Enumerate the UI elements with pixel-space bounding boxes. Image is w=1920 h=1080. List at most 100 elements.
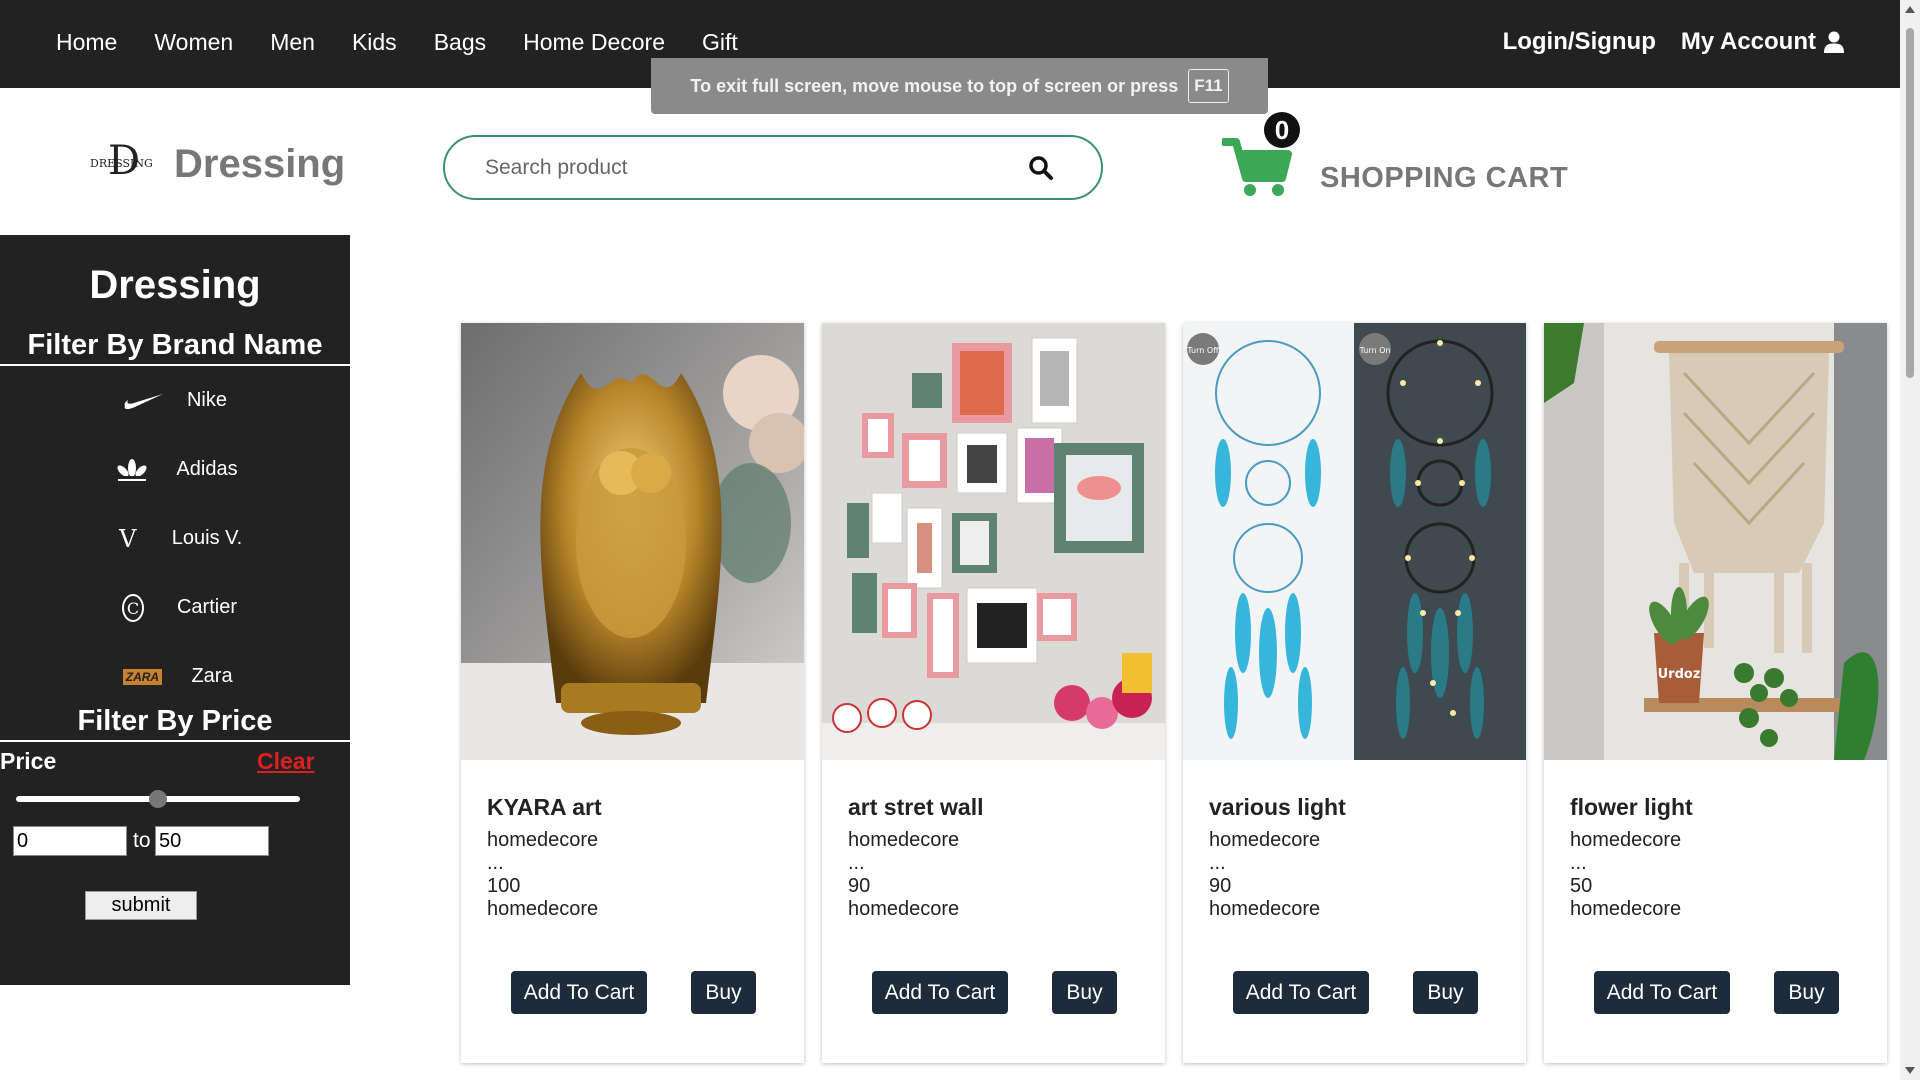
nav-link-kids[interactable]: Kids: [352, 28, 397, 56]
search-bar: [443, 135, 1103, 200]
fullscreen-key-hint: F11: [1188, 69, 1229, 103]
site-logo[interactable]: D DRESSING Dressing: [90, 139, 346, 187]
main-nav-links: Home Women Men Kids Bags Home Decore Gif…: [56, 28, 775, 56]
product-tag: homedecore: [487, 898, 599, 920]
brand-name: Louis V.: [171, 527, 243, 549]
user-icon: [1824, 31, 1844, 53]
product-card[interactable]: art stret wall homedecore ... 90 homedec…: [822, 323, 1165, 1063]
logo-mark: D DRESSING: [90, 139, 153, 187]
scroll-up-arrow-icon[interactable]: [1905, 6, 1915, 13]
buy-button[interactable]: Buy: [1413, 971, 1478, 1014]
product-info: flower light homedecore ... 50 homedecor…: [1544, 760, 1887, 921]
louis-vuitton-glyph: V: [119, 524, 137, 553]
product-tag: homedecore: [1209, 898, 1321, 920]
shopping-cart-button[interactable]: 0: [1220, 108, 1302, 198]
nav-link-home[interactable]: Home: [56, 28, 117, 56]
fullscreen-notice-text: To exit full screen, move mouse to top o…: [690, 75, 1179, 96]
product-image-flower-light[interactable]: Urdoz: [1544, 323, 1887, 760]
page-scrollbar[interactable]: [1900, 0, 1920, 1080]
brand-filter-nike[interactable]: Nike: [0, 366, 350, 435]
product-price: 90: [1209, 875, 1232, 897]
turn-off-label: Turn Off: [1186, 346, 1219, 355]
cartier-icon: C: [113, 593, 153, 623]
product-actions: Add To Cart Buy: [1183, 971, 1526, 1015]
product-image-art-stret-wall[interactable]: [822, 323, 1165, 760]
cartier-glyph: C: [127, 599, 139, 618]
product-description: ...: [1570, 852, 1587, 874]
sidebar-title: Dressing: [89, 263, 261, 307]
product-name[interactable]: art stret wall: [848, 794, 1139, 821]
brand-name: Nike: [186, 389, 227, 411]
louis-vuitton-icon: V: [108, 524, 148, 554]
product-image-kyara-art[interactable]: [461, 323, 804, 760]
account-links: Login/Signup My Account: [1503, 28, 1844, 56]
min-price-input[interactable]: [13, 826, 127, 856]
product-card[interactable]: Turn Off Turn On various light homedecor…: [1183, 323, 1526, 1063]
brand-name: Adidas: [176, 458, 238, 480]
product-name[interactable]: KYARA art: [487, 794, 778, 821]
nike-swoosh-icon: [123, 386, 163, 416]
brand-filter-list: Nike Adidas V Louis V. C Cartier ZARA Za…: [0, 366, 350, 711]
product-tag: homedecore: [848, 898, 960, 920]
product-image-various-light[interactable]: Turn Off Turn On: [1183, 323, 1526, 760]
product-grid: KYARA art homedecore ... 100 homedecore …: [461, 323, 1887, 1063]
login-signup-link[interactable]: Login/Signup: [1503, 28, 1656, 56]
filter-sidebar: Dressing Filter By Brand Name Nike Adida…: [0, 235, 350, 985]
brand-filter-adidas[interactable]: Adidas: [0, 435, 350, 504]
search-icon[interactable]: [1028, 155, 1054, 181]
logo-mark-text: DRESSING: [90, 156, 153, 170]
logo-name: Dressing: [174, 142, 346, 186]
brand-filter-zara[interactable]: ZARA Zara: [0, 642, 350, 711]
my-account-link[interactable]: My Account: [1681, 28, 1844, 56]
zara-glyph: ZARA: [122, 668, 163, 685]
clear-price-link[interactable]: Clear: [257, 748, 315, 775]
add-to-cart-button[interactable]: Add To Cart: [1233, 971, 1369, 1014]
adidas-trefoil-icon: [112, 455, 152, 485]
scrollbar-thumb[interactable]: [1906, 28, 1914, 378]
add-to-cart-button[interactable]: Add To Cart: [872, 971, 1008, 1014]
nav-link-gift[interactable]: Gift: [702, 28, 738, 56]
nav-link-men[interactable]: Men: [270, 28, 315, 56]
add-to-cart-button[interactable]: Add To Cart: [1594, 971, 1730, 1014]
product-actions: Add To Cart Buy: [1544, 971, 1887, 1015]
cart-count-badge: 0: [1264, 112, 1300, 148]
price-range-inputs: to: [0, 826, 350, 876]
shopping-cart-label[interactable]: SHOPPING CART: [1320, 162, 1568, 195]
price-row: Price Clear: [0, 742, 350, 782]
range-to-label: to: [133, 829, 151, 852]
product-info: KYARA art homedecore ... 100 homedecore: [461, 760, 804, 921]
product-card[interactable]: Urdoz flower light homedecore ... 50 hom…: [1544, 323, 1887, 1063]
brand-name: Cartier: [176, 596, 237, 618]
buy-button[interactable]: Buy: [1052, 971, 1117, 1014]
product-tag: homedecore: [1570, 898, 1682, 920]
product-category: homedecore: [1570, 829, 1682, 851]
nav-link-bags[interactable]: Bags: [434, 28, 486, 56]
product-price: 100: [487, 875, 521, 897]
brand-filter-cartier[interactable]: C Cartier: [0, 573, 350, 642]
buy-button[interactable]: Buy: [1774, 971, 1839, 1014]
brand-filter-louis-v[interactable]: V Louis V.: [0, 504, 350, 573]
price-label: Price: [0, 748, 57, 774]
price-range-slider[interactable]: [0, 782, 350, 814]
nav-link-home-decore[interactable]: Home Decore: [523, 28, 665, 56]
product-description: ...: [487, 852, 504, 874]
nav-link-women[interactable]: Women: [154, 28, 233, 56]
slider-thumb[interactable]: [149, 790, 167, 808]
product-price: 90: [848, 875, 871, 897]
urdoz-brand-label: Urdoz: [1658, 667, 1701, 682]
turn-on-label: Turn On: [1359, 346, 1391, 355]
price-submit-button[interactable]: submit: [85, 891, 197, 920]
product-actions: Add To Cart Buy: [822, 971, 1165, 1015]
product-card[interactable]: KYARA art homedecore ... 100 homedecore …: [461, 323, 804, 1063]
product-name[interactable]: various light: [1209, 794, 1500, 821]
product-category: homedecore: [1209, 829, 1321, 851]
fullscreen-exit-notice: To exit full screen, move mouse to top o…: [651, 58, 1268, 114]
add-to-cart-button[interactable]: Add To Cart: [511, 971, 647, 1014]
brand-filter-title: Filter By Brand Name: [0, 313, 350, 366]
product-actions: Add To Cart Buy: [461, 971, 804, 1015]
max-price-input[interactable]: [155, 826, 269, 856]
scroll-down-arrow-icon[interactable]: [1905, 1067, 1915, 1074]
product-name[interactable]: flower light: [1570, 794, 1861, 821]
search-input[interactable]: [485, 151, 1005, 185]
buy-button[interactable]: Buy: [691, 971, 756, 1014]
